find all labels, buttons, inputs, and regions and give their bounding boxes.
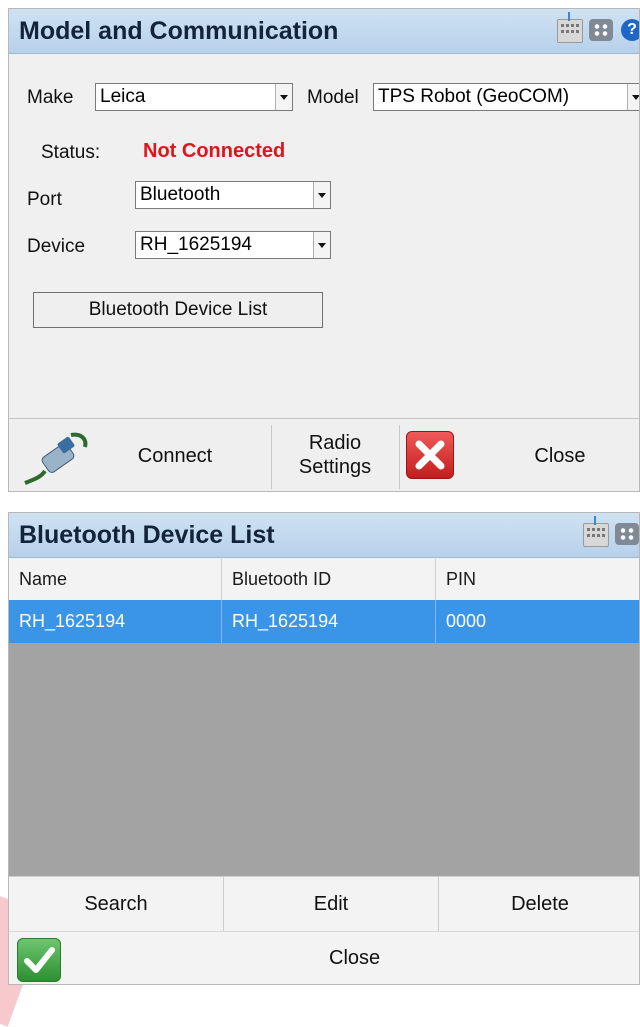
cable-icon — [24, 432, 88, 485]
device-value: RH_1625194 — [140, 234, 252, 255]
close-label: Close — [534, 445, 586, 467]
model-communication-window: Model and Communication ? Make Leica Mod… — [8, 8, 640, 492]
connect-button[interactable]: Connect — [9, 419, 271, 491]
device-select[interactable]: RH_1625194 — [135, 231, 331, 259]
column-header-bluetooth-id[interactable]: Bluetooth ID — [222, 559, 436, 600]
keyboard-icon[interactable] — [557, 12, 583, 43]
status-label: Status: — [41, 142, 101, 163]
cell-bluetooth-id: RH_1625194 — [222, 600, 436, 643]
model-label: Model — [307, 87, 359, 108]
device-list-empty-area — [9, 643, 639, 876]
radio-settings-line1: Radio — [308, 432, 362, 454]
radio-settings-button[interactable]: Radio Settings — [272, 419, 398, 491]
chevron-down-icon — [313, 182, 330, 208]
radio-settings-label: Radio Settings — [272, 431, 398, 479]
titlebar: Model and Communication ? — [9, 9, 639, 54]
bluetooth-device-list-window: Bluetooth Device List Name Bluetooth ID … — [8, 512, 640, 985]
action-bar: Search Edit Delete — [9, 876, 639, 932]
model-value: TPS Robot (GeoCOM) — [378, 86, 570, 107]
titlebar: Bluetooth Device List — [9, 513, 639, 558]
close-x-icon — [406, 431, 454, 479]
table-row[interactable]: RH_1625194 RH_1625194 0000 — [9, 600, 639, 643]
bottom-toolbar: Connect Radio Settings Close — [9, 418, 639, 491]
chevron-down-icon — [275, 84, 292, 110]
cell-pin: 0000 — [446, 611, 487, 631]
search-button[interactable]: Search — [9, 877, 224, 932]
close-button[interactable]: Close — [400, 419, 639, 491]
keyboard-icon[interactable] — [583, 516, 609, 547]
column-header-pin[interactable]: PIN — [436, 559, 639, 600]
close-label: Close — [329, 947, 381, 969]
chevron-down-icon — [627, 84, 639, 110]
close-bar[interactable]: Close — [9, 931, 639, 984]
make-value: Leica — [100, 86, 146, 107]
help-icon[interactable]: ? — [621, 19, 639, 41]
grid-icon[interactable] — [615, 523, 639, 545]
delete-button[interactable]: Delete — [439, 877, 639, 932]
port-value: Bluetooth — [140, 184, 221, 205]
device-label: Device — [27, 236, 86, 257]
make-label: Make — [27, 87, 74, 108]
cell-name: RH_1625194 — [9, 600, 222, 643]
chevron-down-icon — [313, 232, 330, 258]
grid-icon[interactable] — [589, 19, 613, 41]
bluetooth-device-list-label: Bluetooth Device List — [88, 299, 268, 320]
model-select[interactable]: TPS Robot (GeoCOM) — [373, 83, 639, 111]
table-header: Name Bluetooth ID PIN — [9, 559, 639, 601]
bluetooth-device-list-button[interactable]: Bluetooth Device List — [33, 292, 323, 328]
window-title: Bluetooth Device List — [19, 521, 275, 549]
window-title: Model and Communication — [19, 17, 339, 45]
radio-settings-line2: Settings — [298, 456, 372, 478]
check-icon — [17, 938, 61, 982]
connect-label: Connect — [137, 445, 213, 467]
column-header-name[interactable]: Name — [9, 559, 222, 600]
port-label: Port — [27, 189, 62, 210]
status-value: Not Connected — [143, 140, 286, 162]
make-select[interactable]: Leica — [95, 83, 293, 111]
port-select[interactable]: Bluetooth — [135, 181, 331, 209]
edit-button[interactable]: Edit — [224, 877, 439, 932]
